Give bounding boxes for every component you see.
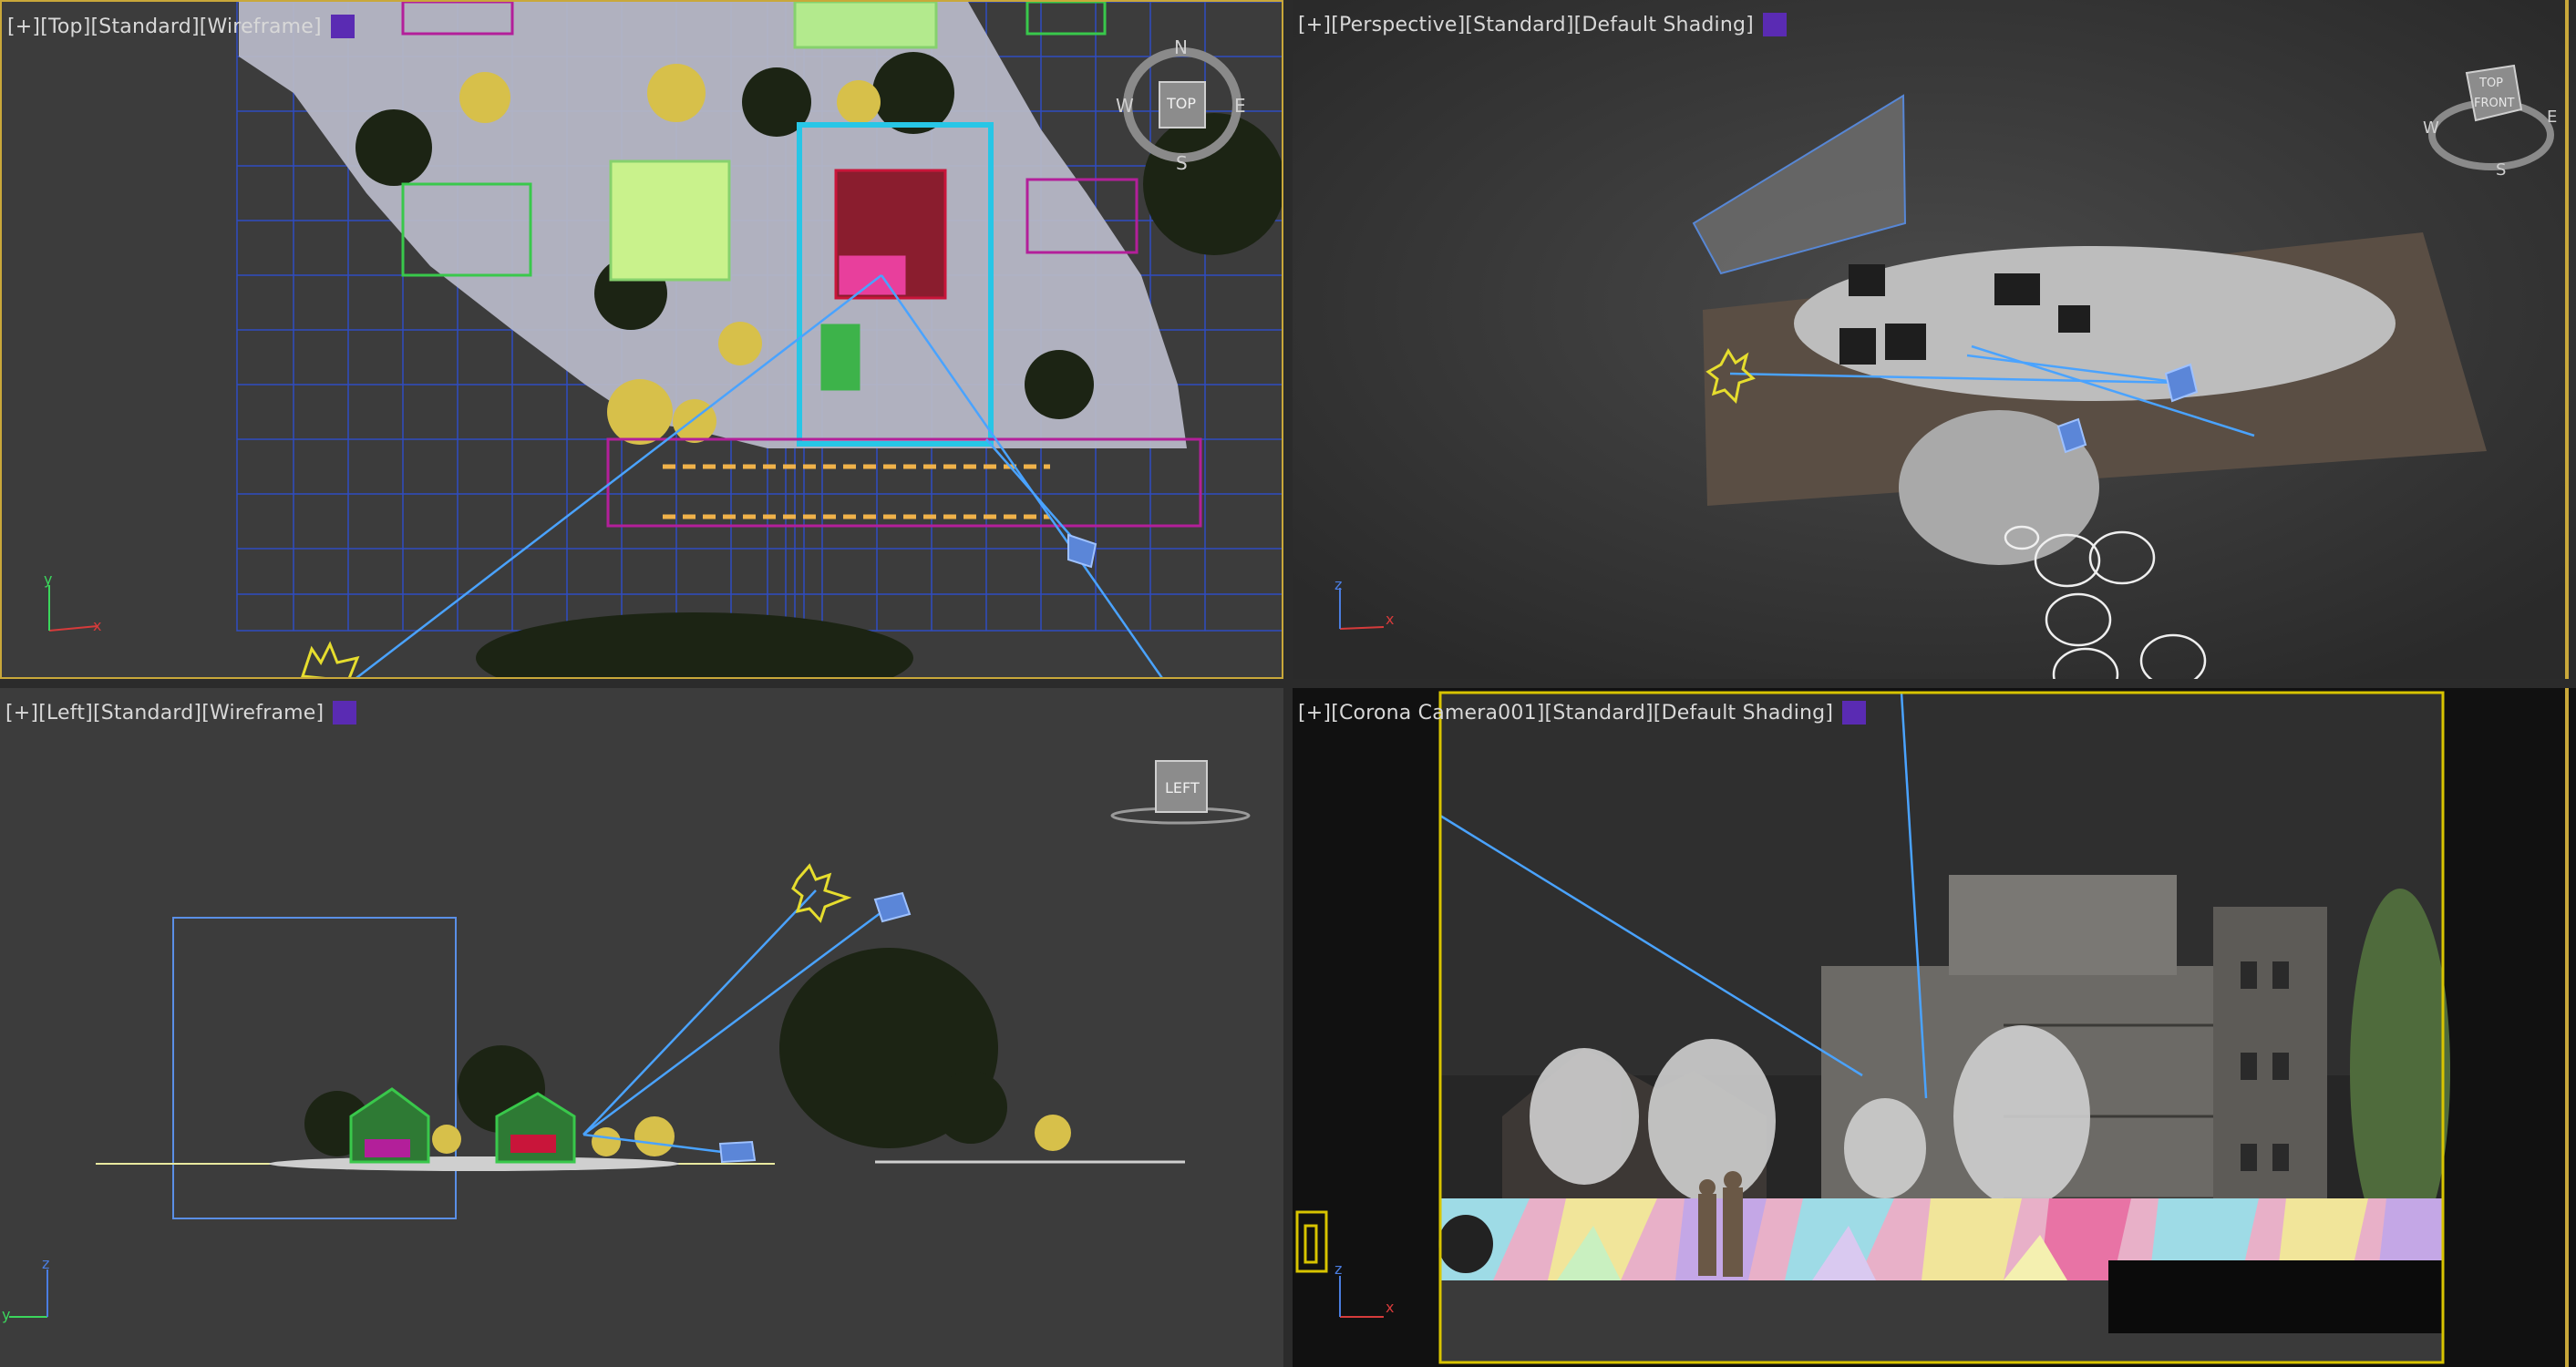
- axis-label-z: z: [1334, 576, 1343, 593]
- display-swatch-icon[interactable]: [1842, 701, 1867, 725]
- camera-icon-left-2[interactable]: [718, 1140, 757, 1164]
- left-view-canvas[interactable]: [0, 688, 1283, 1367]
- nav-letter-s: S: [2496, 160, 2507, 180]
- viewport-label-top[interactable]: [+][Top][Standard][Wireframe]: [7, 15, 356, 38]
- display-swatch-icon[interactable]: [330, 15, 355, 38]
- axis-label-y: y: [44, 570, 53, 588]
- perspective-view-canvas[interactable]: [1293, 0, 2576, 679]
- viewport-top[interactable]: [+][Top][Standard][Wireframe] N E S W TO…: [0, 0, 1283, 679]
- viewcube-face-front[interactable]: FRONT: [2474, 97, 2514, 110]
- axis-label-y: y: [2, 1306, 11, 1323]
- right-edge-bar: [2565, 688, 2569, 1367]
- display-swatch-icon[interactable]: [333, 701, 357, 725]
- ground-slab: [269, 1156, 679, 1171]
- viewport-perspective[interactable]: [+][Perspective][Standard][Default Shadi…: [1293, 0, 2576, 679]
- viewcube-face-top[interactable]: TOP: [2479, 77, 2503, 90]
- nav-letter-n: N: [1174, 36, 1188, 58]
- viewport-label-text[interactable]: [+][Left][Standard][Wireframe]: [5, 702, 324, 725]
- viewport-camera[interactable]: [+][Corona Camera001][Standard][Default …: [1293, 688, 2576, 1367]
- nav-letter-s: S: [1176, 152, 1188, 174]
- camera-frustum-box: [172, 917, 457, 1219]
- viewport-label-left[interactable]: [+][Left][Standard][Wireframe]: [5, 701, 358, 725]
- axis-label-x: x: [1386, 1299, 1395, 1316]
- house-left: [349, 1087, 430, 1164]
- road-markings: [663, 464, 1050, 519]
- axis-tripod-camera: [1339, 1276, 1384, 1318]
- viewport-label-camera[interactable]: [+][Corona Camera001][Standard][Default …: [1298, 701, 1868, 725]
- target-gizmo[interactable]: [1295, 1210, 1328, 1273]
- camera-icon-top[interactable]: [1067, 533, 1097, 569]
- sun-light-icon-left[interactable]: [791, 863, 852, 923]
- camera-icon-left-1[interactable]: [873, 891, 912, 923]
- axis-label-x: x: [93, 617, 102, 634]
- viewport-label-text[interactable]: [+][Corona Camera001][Standard][Default …: [1298, 702, 1833, 725]
- black-object-right: [2108, 1260, 2443, 1333]
- sun-light-icon-top[interactable]: [301, 641, 360, 679]
- viewport-label-perspective[interactable]: [+][Perspective][Standard][Default Shadi…: [1298, 13, 1788, 36]
- top-view-canvas[interactable]: [2, 2, 1283, 679]
- nav-letter-e: E: [2547, 108, 2558, 127]
- axis-tripod-left: [9, 1269, 48, 1318]
- camera-view-canvas[interactable]: [1293, 688, 2576, 1367]
- right-edge-bar: [2565, 0, 2569, 679]
- nav-letter-w: W: [1116, 95, 1134, 117]
- axis-label-z: z: [42, 1255, 50, 1272]
- viewcube-face-label[interactable]: LEFT: [1165, 779, 1200, 797]
- parked-car: [1438, 1215, 1493, 1273]
- nav-letter-e: E: [1234, 95, 1246, 117]
- viewport-label-text[interactable]: [+][Top][Standard][Wireframe]: [7, 15, 322, 38]
- nav-letter-w: W: [2423, 118, 2439, 138]
- display-swatch-icon[interactable]: [1762, 13, 1787, 36]
- viewcube-face-label[interactable]: TOP: [1167, 95, 1196, 112]
- viewport-label-text[interactable]: [+][Perspective][Standard][Default Shadi…: [1298, 14, 1754, 36]
- axis-label-x: x: [1386, 611, 1395, 628]
- axis-label-z: z: [1334, 1260, 1343, 1278]
- viewport-left[interactable]: [+][Left][Standard][Wireframe] LEFT y z: [0, 688, 1283, 1367]
- axis-tripod-top: [48, 585, 98, 632]
